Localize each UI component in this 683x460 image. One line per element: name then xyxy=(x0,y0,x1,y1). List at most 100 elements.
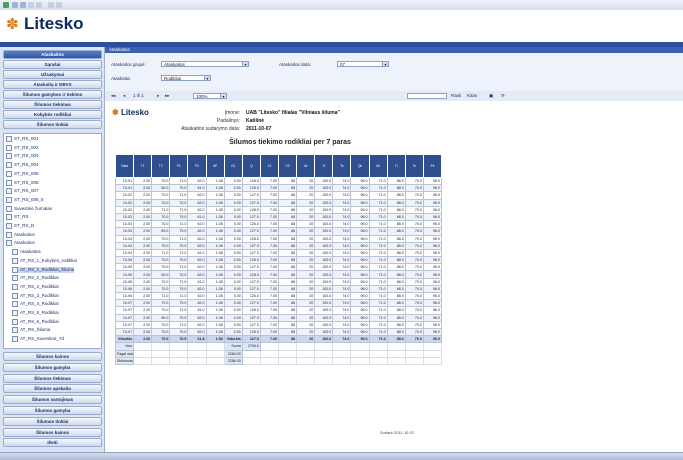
sidebar-button[interactable]: Šilumos apskaita xyxy=(3,384,102,394)
table-cell: 126.0 xyxy=(241,327,261,337)
table-cell: 71.0 xyxy=(368,291,388,301)
tree-item[interactable]: ST_RS_008_5 xyxy=(6,196,44,203)
chevron-down-icon[interactable]: ▾ xyxy=(204,76,210,80)
sidebar-button[interactable]: Šilumos gamybos ir tiekimo xyxy=(3,90,102,99)
table-cell: 74.0 xyxy=(332,291,352,301)
sidebar-button[interactable]: Šilumos tinklai xyxy=(3,416,102,426)
zoom-select[interactable]: 100% ▾ xyxy=(193,93,227,99)
table-cell: 96.0 xyxy=(350,212,370,222)
table-cell: 20 xyxy=(296,277,316,286)
tree-item[interactable]: ST_RS xyxy=(6,214,29,221)
table-cell: 96.0 xyxy=(350,313,370,322)
print-icon[interactable] xyxy=(48,2,54,8)
tree-item[interactable]: ST_RS_001 xyxy=(6,136,39,142)
refresh-report-icon[interactable]: ⟳ xyxy=(501,93,505,99)
tree-item[interactable]: ST_RS_D xyxy=(6,223,34,229)
sidebar-button[interactable]: Šilumos tinklai xyxy=(3,120,102,129)
sidebar-button[interactable]: Šilumos tiekimas xyxy=(3,373,102,383)
table-row: Pagal skaitiklį 2284.00 xyxy=(114,349,443,358)
tree-item[interactable]: ST_RS_004 xyxy=(6,162,39,169)
sidebar-button[interactable]: Išeiti xyxy=(3,438,102,448)
table-cell: 70.0 xyxy=(151,299,171,308)
table-cell: 1.08 xyxy=(205,212,225,222)
report-select[interactable]: Rodikliai ▾ xyxy=(161,75,211,81)
tree-item[interactable]: ST_RS_002 xyxy=(6,144,39,151)
find-input[interactable] xyxy=(407,93,447,99)
tree-item[interactable]: AT_RS_1_Rodikliai_šiluma xyxy=(12,266,75,273)
sidebar-button[interactable]: Šilumos gamyba xyxy=(3,406,102,415)
tree-item[interactable]: ST_RS_006 xyxy=(6,179,39,186)
forward-icon[interactable] xyxy=(20,2,26,8)
table-row: 10-03 2.00 70.0 71.0 62.0 1.08 0.00 126.0 7.00 88… xyxy=(114,220,443,229)
tree-item[interactable]: AT_RS_Suvestinė_7d xyxy=(12,336,64,343)
table-cell: 127.0 xyxy=(241,248,261,258)
table-row: 10-02 2.00 70.0 70.0 62.0 1.08 0.00 127.0 7.00 88… xyxy=(114,198,443,207)
next-link[interactable]: Kitas xyxy=(467,93,477,98)
tools-icon[interactable] xyxy=(56,2,62,8)
tree-item[interactable]: AT_RS_Šiluma xyxy=(12,327,50,334)
prev-page-icon[interactable]: ◂ xyxy=(123,93,125,99)
tree-item[interactable]: ST_RS_005 xyxy=(6,170,39,177)
table-cell xyxy=(296,349,316,358)
table-cell: 70.0 xyxy=(151,176,171,186)
back-icon[interactable] xyxy=(12,2,18,8)
report-date-select[interactable]: 07 ▾ xyxy=(337,61,389,67)
tree-item[interactable]: ST_RS_003 xyxy=(6,153,39,160)
table-cell: 71.0 xyxy=(368,320,388,329)
report-tree[interactable]: ST_RS_001 ST_RS_002 ST_RS_003 ST_RS_004 ST_R… xyxy=(3,133,102,349)
next-page-icon[interactable]: ▸ xyxy=(157,93,159,99)
tree-item[interactable]: AT_RS_2_Rodikliai xyxy=(12,275,59,282)
tree-item[interactable]: AT_RS_4_Rodikliai xyxy=(12,301,59,308)
table-cell: 20 xyxy=(296,335,316,344)
report-file-icon xyxy=(6,153,12,160)
table-cell: 70.0 xyxy=(404,184,424,193)
table-cell xyxy=(314,342,334,351)
tree-item[interactable]: AT_RS_1_Kokybės_rodikliai xyxy=(12,257,77,264)
tree-item[interactable]: AT_RS_5_Rodikliai xyxy=(12,310,59,316)
table-cell: 10-01 xyxy=(114,176,135,186)
table-cell xyxy=(314,349,334,358)
export-icon[interactable]: ▣ xyxy=(489,93,493,99)
last-page-icon[interactable]: ▸▸ xyxy=(165,93,170,99)
tree-item[interactable]: Ataskaitos xyxy=(12,249,41,256)
tree-item[interactable]: Suvestinė žurnalas xyxy=(6,205,52,212)
refresh-icon[interactable] xyxy=(28,2,34,8)
table-cell: 88 xyxy=(277,327,298,337)
sidebar-button[interactable]: Šilumos gamyba xyxy=(3,362,102,372)
table-cell: 88 xyxy=(277,313,298,322)
chevron-down-icon[interactable]: ▾ xyxy=(242,62,248,66)
table-cell: 71.0 xyxy=(151,291,171,301)
table-cell: 7.00 xyxy=(259,234,279,243)
sidebar-button[interactable]: Sąrašai xyxy=(3,60,102,69)
sidebar-button[interactable]: Šilumos kainos xyxy=(3,352,102,361)
table-cell: 96.0 xyxy=(422,248,443,258)
sidebar-button[interactable]: Kokybės rodikliai xyxy=(3,110,102,119)
table-cell: 88 xyxy=(277,256,298,265)
table-cell: 74.0 xyxy=(332,284,352,294)
table-cell xyxy=(241,349,261,358)
table-cell: 10-06 xyxy=(114,284,135,294)
table-cell: 126.0 xyxy=(241,220,261,229)
tree-item[interactable]: AT_RS_3_Rodikliai xyxy=(12,292,59,299)
sidebar-button[interactable]: Šilumos vartojimas xyxy=(3,395,102,405)
tree-item[interactable]: Ataskaitos xyxy=(6,240,35,247)
table-cell: 96.0 xyxy=(422,198,443,207)
tree-item[interactable]: AT_RS_2_Rodikliai xyxy=(12,283,59,290)
home-icon[interactable] xyxy=(36,2,42,8)
tree-item[interactable]: ST_RS_007 xyxy=(6,188,39,195)
sidebar-button[interactable]: Šilumos tiekimas xyxy=(3,100,102,109)
find-link[interactable]: Rasti xyxy=(451,93,461,98)
tree-item[interactable]: AT_RS_6_Rodikliai xyxy=(12,318,59,325)
chevron-down-icon[interactable]: ▾ xyxy=(382,62,388,66)
report-group-select[interactable]: Ataskaitos ▾ xyxy=(161,61,249,67)
sidebar-button[interactable]: Ataskaitos xyxy=(3,50,102,59)
chevron-down-icon[interactable]: ▾ xyxy=(220,94,226,98)
table-cell: 127.0 xyxy=(241,212,261,222)
tree-item[interactable]: Ataskaitos xyxy=(6,231,35,238)
first-page-icon[interactable]: ◂◂ xyxy=(111,93,116,99)
sidebar-button[interactable]: Šilumos kainos xyxy=(3,427,102,437)
table-cell: 0.00 xyxy=(223,198,243,207)
table-cell: 127.0 xyxy=(241,198,261,207)
sidebar-button[interactable]: Ataskaitų ir DBVS xyxy=(3,80,102,89)
sidebar-button[interactable]: Užsakymai xyxy=(3,70,102,79)
